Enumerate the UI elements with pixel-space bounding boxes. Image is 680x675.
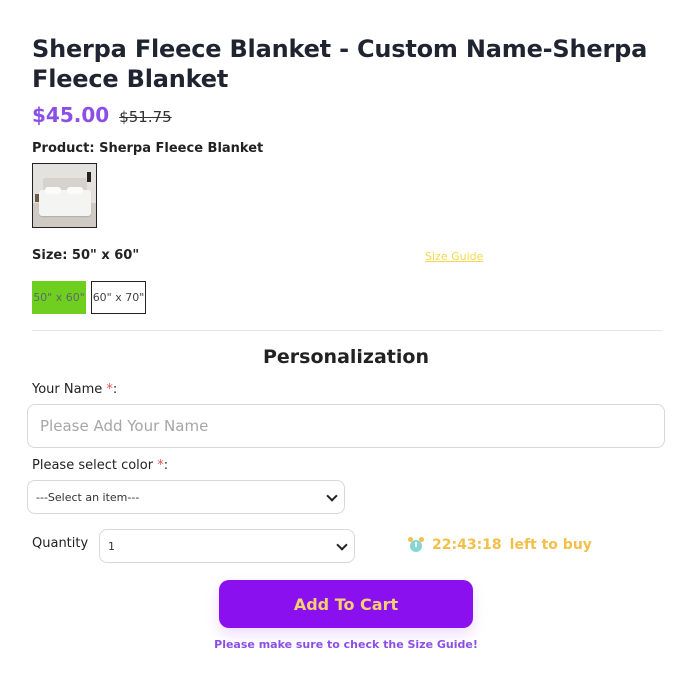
color-select-value: ---Select an item--- [36,490,140,504]
section-divider [32,330,662,331]
quantity-select-value: 1 [108,539,115,553]
thumbnail-pillow [45,187,61,194]
name-label-text: Your Name [32,382,103,397]
size-guide-link[interactable]: Size Guide [425,250,483,263]
quantity-label: Quantity [32,536,89,551]
thumbnail-pillow [67,187,83,194]
label-colon: : [163,458,169,473]
label-colon: : [112,382,118,397]
chevron-down-icon [326,490,338,502]
add-to-cart-button[interactable]: Add To Cart [219,580,473,628]
product-variant-label: Product: Sherpa Fleece Blanket [32,141,264,156]
thumbnail-lamp [87,172,91,182]
color-select[interactable]: ---Select an item--- [27,480,345,514]
product-title: Sherpa Fleece Blanket - Custom Name-Sher… [32,35,648,93]
size-label: Size: 50" x 60" [32,248,140,263]
price-row: $45.00 $51.75 [32,103,172,127]
quantity-select[interactable]: 1 [99,529,355,563]
personalization-title: Personalization [263,346,429,368]
name-field-label: Your Name *: [32,382,117,397]
alarm-clock-icon [408,537,424,553]
countdown-timer: 22:43:18 left to buy [408,537,592,553]
size-guide-note: Please make sure to check the Size Guide… [214,638,478,651]
product-thumbnail[interactable] [32,163,97,228]
size-option-50x60[interactable]: 50" x 60" [32,281,86,314]
countdown-suffix: left to buy [509,537,592,553]
original-price: $51.75 [119,108,172,126]
current-price: $45.00 [32,103,110,127]
color-label-text: Please select color [32,458,154,473]
name-input[interactable] [27,404,665,448]
countdown-time: 22:43:18 [432,537,502,553]
chevron-down-icon [336,539,348,551]
size-option-60x70[interactable]: 60" x 70" [91,281,146,314]
color-field-label: Please select color *: [32,458,168,473]
